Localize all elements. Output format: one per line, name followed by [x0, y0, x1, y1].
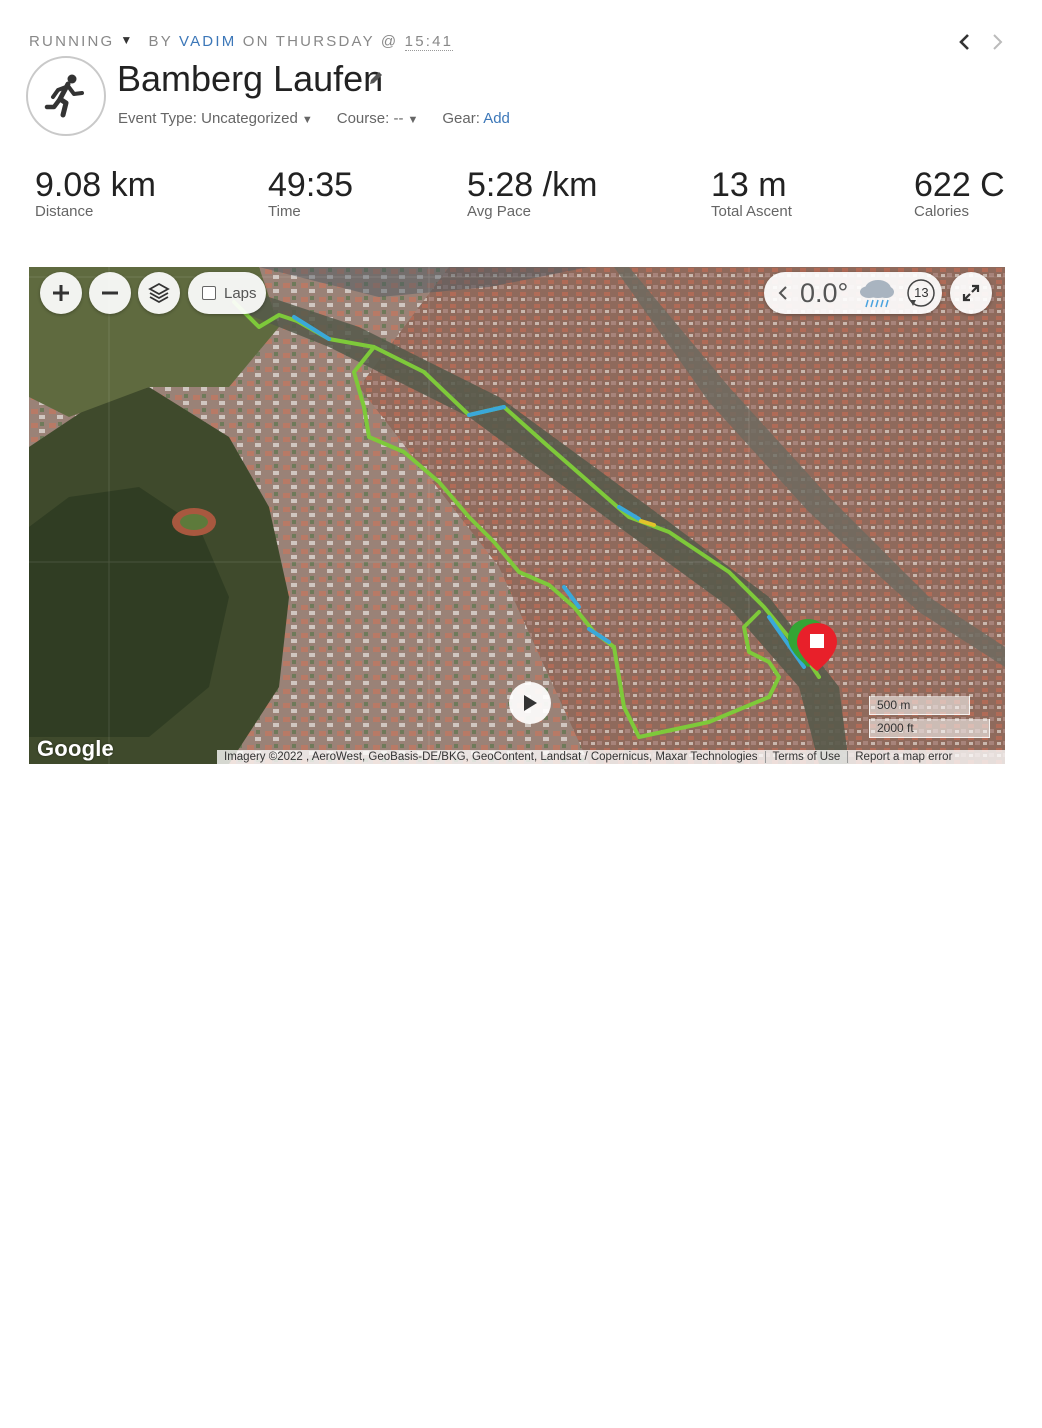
scale-imperial: 2000 ft: [869, 719, 990, 738]
gear-label: Gear:: [442, 110, 480, 127]
stat-time: 49:35 Time: [268, 166, 353, 220]
route-map[interactable]: Laps 0.0° 13 500 m 2000 ft Google Imager…: [29, 267, 1005, 764]
activity-time: 15:41: [404, 33, 454, 51]
stat-distance: 9.08 km Distance: [35, 166, 156, 220]
activity-title: Bamberg Laufen: [117, 58, 384, 99]
stat-label: Calories: [914, 203, 970, 220]
zoom-in-button[interactable]: [40, 272, 82, 314]
map-attribution-bar: Imagery ©2022 , AeroWest, GeoBasis-DE/BK…: [217, 750, 1005, 764]
play-route-button[interactable]: [509, 682, 551, 724]
author-link[interactable]: Vadim: [179, 33, 236, 50]
activity-nav: [956, 30, 1006, 54]
course-value: --: [393, 110, 404, 127]
laps-checkbox[interactable]: [202, 286, 216, 300]
edit-title-pencil-icon[interactable]: [368, 70, 384, 91]
stat-value: 13 m: [711, 166, 787, 204]
map-scale: 500 m 2000 ft: [869, 696, 990, 742]
plus-icon: [53, 285, 69, 301]
stat-total-ascent: 13 m Total Ascent: [711, 166, 792, 220]
laps-toggle[interactable]: Laps: [188, 272, 266, 314]
imagery-attribution: Imagery ©2022 , AeroWest, GeoBasis-DE/BK…: [217, 751, 766, 763]
weather-panel: 0.0° 13: [764, 272, 942, 314]
play-icon: [524, 695, 537, 711]
laps-label: Laps: [224, 284, 257, 302]
activity-type-caret-icon[interactable]: ▼: [120, 33, 134, 47]
wind-indicator: 13: [906, 278, 936, 308]
layers-icon: [148, 282, 170, 304]
activity-type-label[interactable]: Running: [29, 33, 114, 50]
event-type-caret-icon: ▼: [301, 114, 313, 126]
zoom-out-button[interactable]: [89, 272, 131, 314]
rain-cloud-icon: [860, 280, 895, 308]
stat-avg-pace: 5:28 /km Avg Pace: [467, 166, 597, 220]
course-caret-icon: ▼: [407, 114, 419, 126]
activity-stats: 9.08 km Distance 49:35 Time 5:28 /km Avg…: [0, 166, 1042, 226]
map-layers-button[interactable]: [138, 272, 180, 314]
gear-field: Gear: Add: [442, 110, 510, 127]
google-logo: Google: [37, 736, 114, 761]
stat-label: Distance: [35, 203, 94, 220]
stat-value: 49:35: [268, 166, 354, 204]
add-gear-link[interactable]: Add: [483, 110, 510, 127]
event-type-selector[interactable]: Event Type: Uncategorized ▼: [118, 110, 313, 127]
report-map-error-link[interactable]: Report a map error: [848, 751, 959, 763]
course-label: Course:: [336, 110, 390, 127]
activity-meta-row: Event Type: Uncategorized ▼ Course: -- ▼ G…: [118, 110, 534, 127]
running-activity-icon: [26, 56, 106, 136]
activity-header-line: Running ▼ by Vadim on Thursday @ 15:41: [29, 33, 454, 51]
stat-calories: 622 C Calories: [914, 166, 1005, 220]
stat-value: 5:28 /km: [467, 166, 598, 204]
wind-speed: 13: [914, 285, 929, 300]
minus-icon: [102, 291, 118, 295]
stat-label: Total Ascent: [711, 203, 792, 220]
by-label: by: [148, 33, 173, 50]
stat-label: Time: [268, 203, 301, 220]
stat-value: 622 C: [914, 166, 1005, 204]
terms-of-use-link[interactable]: Terms of Use: [766, 751, 849, 763]
stat-value: 9.08 km: [35, 166, 156, 204]
chevron-left-icon[interactable]: [776, 285, 790, 301]
weather-temperature: 0.0°: [800, 277, 849, 308]
next-activity-icon[interactable]: [990, 30, 1006, 54]
course-selector[interactable]: Course: -- ▼: [337, 110, 419, 127]
event-type-value: Uncategorized: [201, 110, 298, 127]
date-label: on Thursday @: [242, 33, 399, 50]
scale-metric: 500 m: [869, 696, 970, 715]
fullscreen-button[interactable]: [950, 272, 992, 314]
expand-icon: [962, 284, 980, 302]
stat-label: Avg Pace: [467, 203, 531, 220]
previous-activity-icon[interactable]: [956, 30, 972, 54]
event-type-label: Event Type:: [118, 110, 197, 127]
